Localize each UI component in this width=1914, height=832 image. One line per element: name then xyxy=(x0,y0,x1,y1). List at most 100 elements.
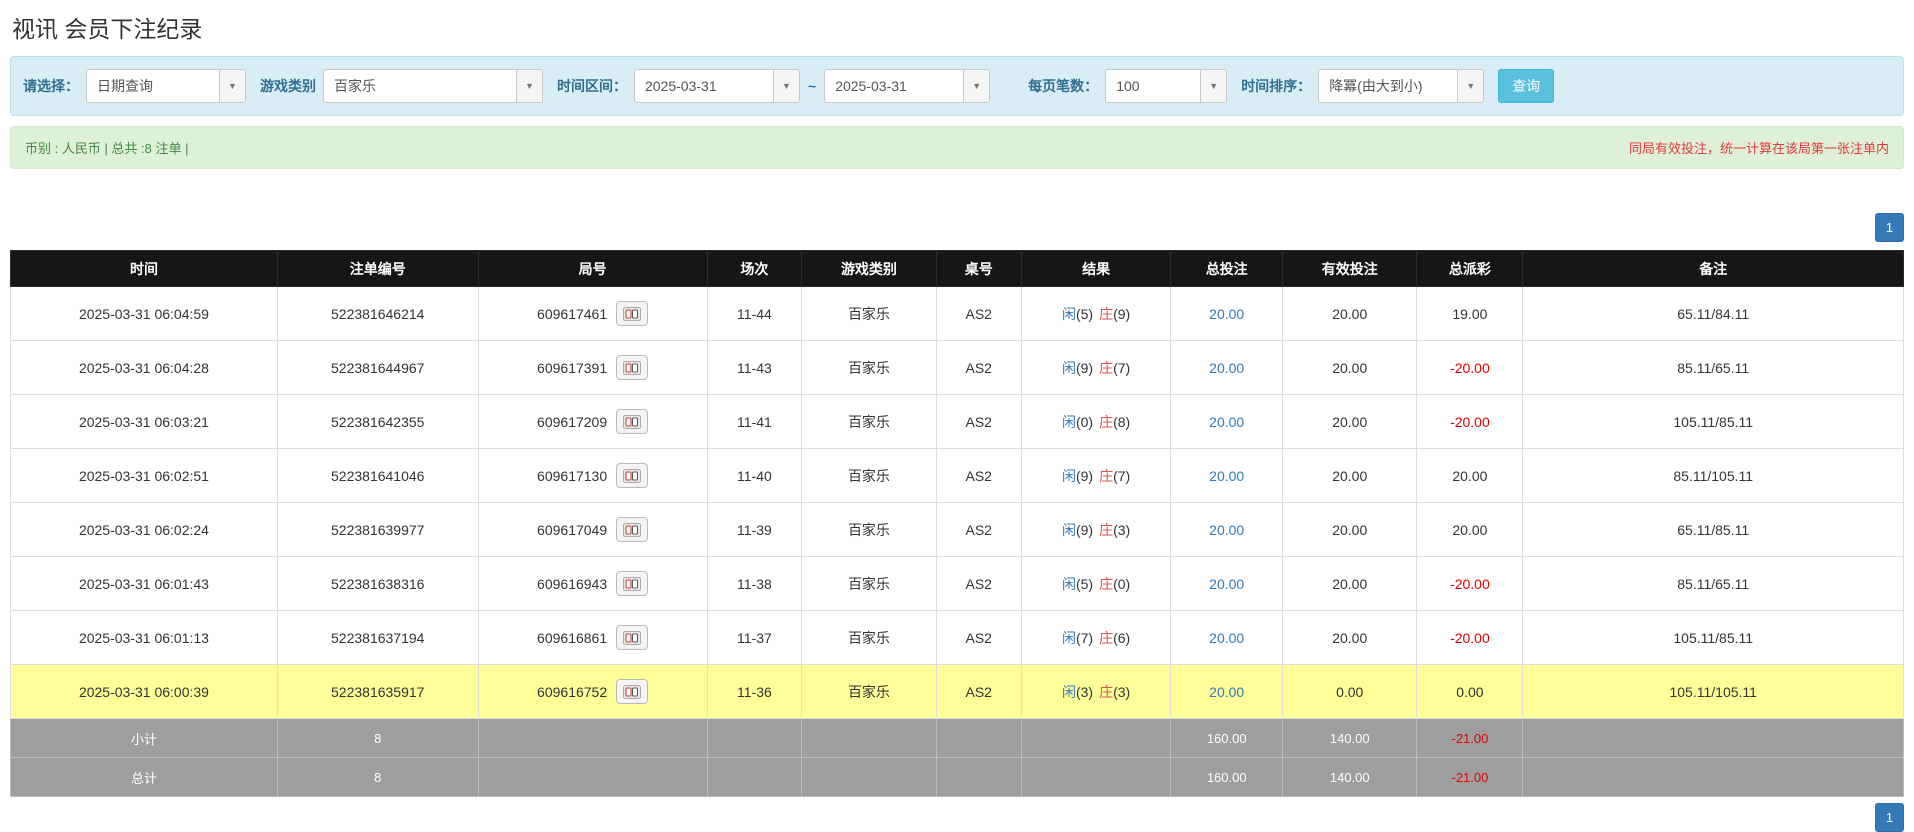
cell-session: 11-43 xyxy=(707,341,802,395)
table-row: 2025-03-31 06:04:28 522381644967 6096173… xyxy=(11,341,1904,395)
records-table: 时间 注单编号 局号 场次 游戏类别 桌号 结果 总投注 有效投注 总派彩 备注… xyxy=(10,250,1904,797)
sort-order-group: 时间排序： 降冪(由大到小) ▼ xyxy=(1241,69,1484,103)
table-row: 2025-03-31 06:04:59 522381646214 6096174… xyxy=(11,287,1904,341)
result-banker-value: (3) xyxy=(1113,522,1130,538)
cell-session: 11-40 xyxy=(707,449,802,503)
cell-total-bet: 20.00 xyxy=(1171,503,1283,557)
cell-round: 609616752 xyxy=(478,665,707,719)
cell-payout: -20.00 xyxy=(1417,557,1523,611)
total-bet-link[interactable]: 20.00 xyxy=(1209,360,1244,376)
result-player-label: 闲 xyxy=(1062,468,1076,484)
sort-order-select[interactable]: 降冪(由大到小) ▼ xyxy=(1318,69,1484,103)
result-player-label: 闲 xyxy=(1062,306,1076,322)
result-banker-value: (9) xyxy=(1113,306,1130,322)
table-row: 2025-03-31 06:00:39 522381635917 6096167… xyxy=(11,665,1904,719)
round-detail-button[interactable] xyxy=(616,679,648,704)
page-button-1-bottom[interactable]: 1 xyxy=(1875,803,1904,832)
result-player-label: 闲 xyxy=(1062,522,1076,538)
game-type-value: 百家乐 xyxy=(324,70,516,102)
table-row: 2025-03-31 06:02:24 522381639977 6096170… xyxy=(11,503,1904,557)
result-player-label: 闲 xyxy=(1062,684,1076,700)
cell-time: 2025-03-31 06:01:43 xyxy=(11,557,278,611)
subtotal-payout: -21.00 xyxy=(1417,719,1523,758)
cell-time: 2025-03-31 06:04:59 xyxy=(11,287,278,341)
game-type-label: 游戏类别 xyxy=(260,76,316,96)
cell-note: 85.11/65.11 xyxy=(1523,341,1904,395)
column-header-table-no: 桌号 xyxy=(936,251,1021,287)
cell-result: 闲(9)庄(3) xyxy=(1021,503,1171,557)
chevron-down-icon[interactable]: ▼ xyxy=(219,70,245,102)
cell-round: 609617461 xyxy=(478,287,707,341)
total-bet-link[interactable]: 20.00 xyxy=(1209,414,1244,430)
cell-total-bet: 20.00 xyxy=(1171,341,1283,395)
chevron-down-icon[interactable]: ▼ xyxy=(1200,70,1226,102)
column-header-round: 局号 xyxy=(478,251,707,287)
date-from-select[interactable]: 2025-03-31 ▼ xyxy=(634,69,800,103)
round-detail-button[interactable] xyxy=(616,517,648,542)
query-type-group: 请选择： 日期查询 ▼ xyxy=(23,69,246,103)
cell-bet-id: 522381635917 xyxy=(277,665,478,719)
round-detail-button[interactable] xyxy=(616,409,648,434)
round-detail-button[interactable] xyxy=(616,355,648,380)
sort-order-label: 时间排序： xyxy=(1241,76,1311,96)
round-detail-button[interactable] xyxy=(616,463,648,488)
cards-icon xyxy=(623,631,641,645)
result-player-value: (0) xyxy=(1076,414,1093,430)
subtotal-total-bet: 160.00 xyxy=(1171,719,1283,758)
game-type-select[interactable]: 百家乐 ▼ xyxy=(323,69,543,103)
page-title: 视讯 会员下注纪录 xyxy=(12,10,1904,44)
page-root: 视讯 会员下注纪录 请选择： 日期查询 ▼ 游戏类别 百家乐 ▼ 时间区间： 2… xyxy=(0,0,1914,832)
table-row: 2025-03-31 06:01:43 522381638316 6096169… xyxy=(11,557,1904,611)
query-type-select[interactable]: 日期查询 ▼ xyxy=(86,69,246,103)
table-row: 2025-03-31 06:01:13 522381637194 6096168… xyxy=(11,611,1904,665)
cell-bet-id: 522381641046 xyxy=(277,449,478,503)
cell-bet-id: 522381642355 xyxy=(277,395,478,449)
column-header-payout: 总派彩 xyxy=(1417,251,1523,287)
date-to-select[interactable]: 2025-03-31 ▼ xyxy=(824,69,990,103)
cell-time: 2025-03-31 06:04:28 xyxy=(11,341,278,395)
cell-game-type: 百家乐 xyxy=(802,665,936,719)
date-to-value: 2025-03-31 xyxy=(825,70,963,102)
round-detail-button[interactable] xyxy=(616,625,648,650)
cell-total-bet: 20.00 xyxy=(1171,449,1283,503)
chevron-down-icon[interactable]: ▼ xyxy=(516,70,542,102)
cell-total-bet: 20.00 xyxy=(1171,395,1283,449)
total-count: 8 xyxy=(277,758,478,797)
page-button-1[interactable]: 1 xyxy=(1875,213,1904,242)
cell-bet-id: 522381646214 xyxy=(277,287,478,341)
query-type-value: 日期查询 xyxy=(87,70,219,102)
cell-note: 65.11/85.11 xyxy=(1523,503,1904,557)
total-label: 总计 xyxy=(11,758,278,797)
total-bet-link[interactable]: 20.00 xyxy=(1209,306,1244,322)
cell-note: 105.11/85.11 xyxy=(1523,611,1904,665)
cell-game-type: 百家乐 xyxy=(802,611,936,665)
cell-session: 11-41 xyxy=(707,395,802,449)
cell-time: 2025-03-31 06:01:13 xyxy=(11,611,278,665)
total-bet-link[interactable]: 20.00 xyxy=(1209,684,1244,700)
chevron-down-icon[interactable]: ▼ xyxy=(773,70,799,102)
search-button[interactable]: 查询 xyxy=(1498,69,1554,103)
cell-result: 闲(5)庄(9) xyxy=(1021,287,1171,341)
cell-round: 609617130 xyxy=(478,449,707,503)
cell-table-no: AS2 xyxy=(936,449,1021,503)
cell-table-no: AS2 xyxy=(936,395,1021,449)
chevron-down-icon[interactable]: ▼ xyxy=(1457,70,1483,102)
result-banker-label: 庄 xyxy=(1099,684,1113,700)
cell-game-type: 百家乐 xyxy=(802,449,936,503)
cell-table-no: AS2 xyxy=(936,503,1021,557)
cell-bet-id: 522381639977 xyxy=(277,503,478,557)
cell-time: 2025-03-31 06:00:39 xyxy=(11,665,278,719)
total-bet-link[interactable]: 20.00 xyxy=(1209,576,1244,592)
result-banker-label: 庄 xyxy=(1099,468,1113,484)
round-detail-button[interactable] xyxy=(616,301,648,326)
chevron-down-icon[interactable]: ▼ xyxy=(963,70,989,102)
column-header-game-type: 游戏类别 xyxy=(802,251,936,287)
page-size-select[interactable]: 100 ▼ xyxy=(1105,69,1227,103)
round-detail-button[interactable] xyxy=(616,571,648,596)
total-bet-link[interactable]: 20.00 xyxy=(1209,522,1244,538)
cell-valid-bet: 0.00 xyxy=(1283,665,1417,719)
total-bet-link[interactable]: 20.00 xyxy=(1209,630,1244,646)
cards-icon xyxy=(623,577,641,591)
filter-bar: 请选择： 日期查询 ▼ 游戏类别 百家乐 ▼ 时间区间： 2025-03-31 … xyxy=(10,56,1904,116)
total-bet-link[interactable]: 20.00 xyxy=(1209,468,1244,484)
